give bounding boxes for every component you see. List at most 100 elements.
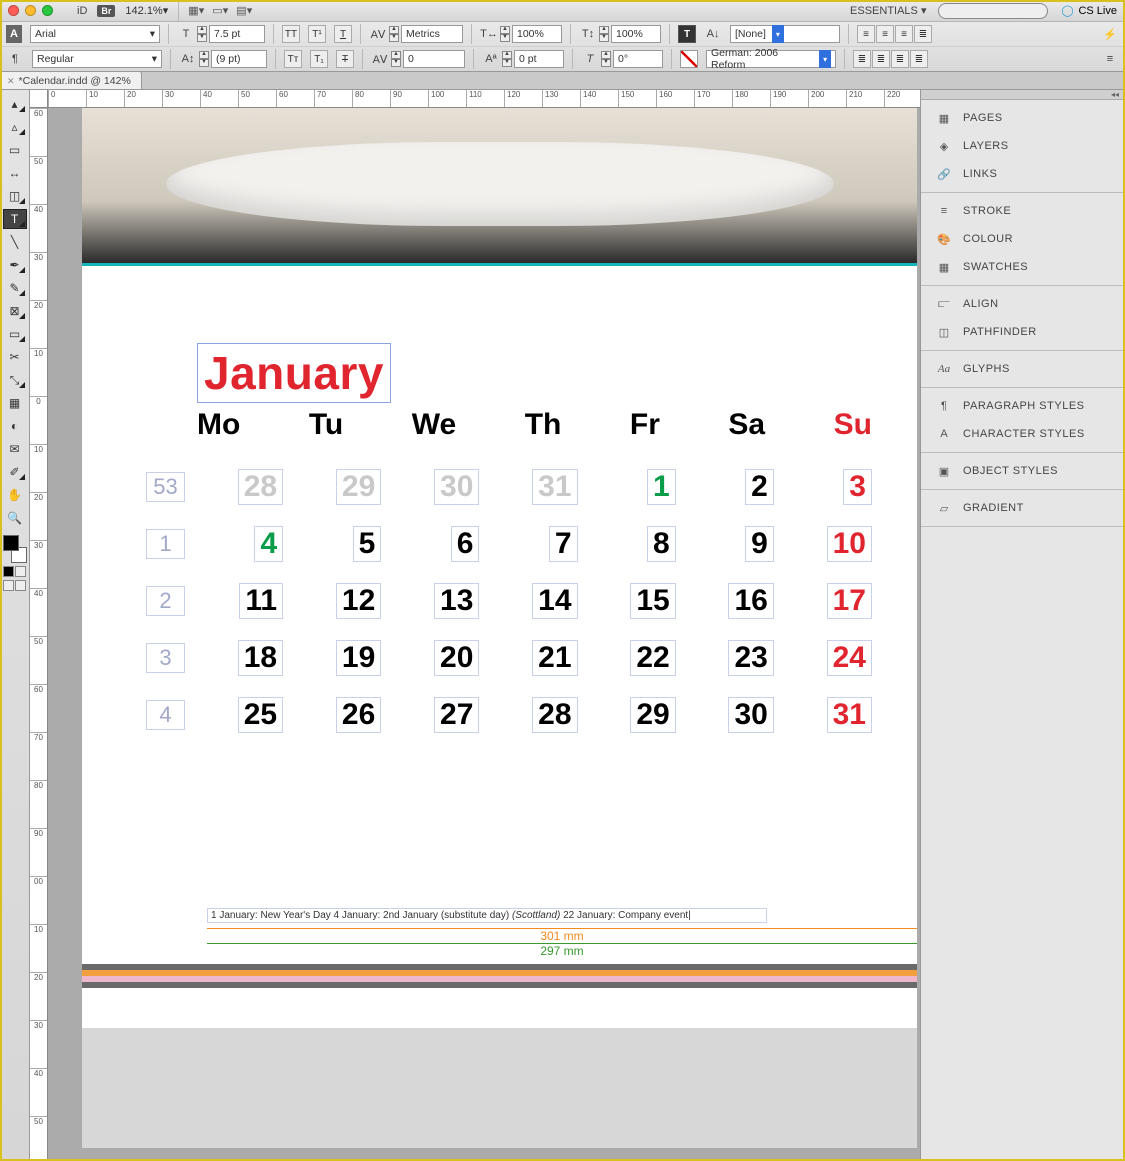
justify-center-button[interactable]: ≣ xyxy=(872,50,890,68)
date-cell[interactable]: 6 xyxy=(386,526,479,562)
hscale-field[interactable]: T↔▲▼100% xyxy=(480,25,562,43)
panel-glyphs[interactable]: AaGLYPHS xyxy=(921,355,1125,383)
gradient-feather-tool[interactable]: ◐ xyxy=(3,416,27,436)
cs-live-button[interactable]: ◯CS Live xyxy=(1060,4,1117,18)
baseline-shift-field[interactable]: Aª▲▼0 pt xyxy=(482,50,564,68)
skew-value[interactable]: 0° xyxy=(613,50,663,68)
pen-tool[interactable]: ✒ xyxy=(3,255,27,275)
char-mode-toggle[interactable]: A xyxy=(6,25,22,43)
content-collector-tool[interactable]: ◫ xyxy=(3,186,27,206)
date-cell[interactable]: 19 xyxy=(288,640,381,676)
help-search-input[interactable] xyxy=(938,3,1048,19)
note-tool[interactable]: ✉ xyxy=(3,439,27,459)
align-left-button[interactable]: ≡ xyxy=(857,25,875,43)
type-tool[interactable]: T xyxy=(3,209,27,229)
hscale-value[interactable]: 100% xyxy=(512,25,562,43)
date-cell[interactable]: 21 xyxy=(484,640,577,676)
leading-field[interactable]: A↕▲▼(9 pt) xyxy=(179,50,267,68)
date-cell[interactable]: 26 xyxy=(288,697,381,733)
panel-links[interactable]: 🔗LINKS xyxy=(921,160,1125,188)
fill-swatch[interactable] xyxy=(3,535,19,551)
panel-swatches[interactable]: ▦SWATCHES xyxy=(921,253,1125,281)
panel-align[interactable]: ⫍ALIGN xyxy=(921,290,1125,318)
fill-none-swatch[interactable] xyxy=(680,50,698,68)
date-cell[interactable]: 28 xyxy=(484,697,577,733)
vertical-ruler[interactable]: 6050403020100102030405060708090001020304… xyxy=(30,108,48,1161)
stepper[interactable]: ▲▼ xyxy=(389,26,399,42)
panel-layers[interactable]: ◈LAYERS xyxy=(921,132,1125,160)
date-cell[interactable]: 2 xyxy=(681,469,774,505)
panel-colour[interactable]: 🎨COLOUR xyxy=(921,225,1125,253)
date-cell[interactable]: 15 xyxy=(583,583,676,619)
panel-gradient[interactable]: ▱GRADIENT xyxy=(921,494,1125,522)
minimize-window-button[interactable] xyxy=(25,5,36,16)
font-family-combo[interactable]: Arial▾ xyxy=(30,25,160,43)
events-text-frame[interactable]: 1 January: New Year's Day 4 January: 2nd… xyxy=(207,908,767,923)
date-cell[interactable]: 10 xyxy=(779,526,872,562)
hand-tool[interactable]: ✋ xyxy=(3,485,27,505)
fill-with-placeholder-button[interactable]: T xyxy=(678,25,696,43)
week-number-cell[interactable]: 4 xyxy=(146,700,185,730)
dock-collapse-handle[interactable]: ◂◂ xyxy=(921,90,1125,100)
stepper[interactable]: ▲▼ xyxy=(391,51,401,67)
selection-tool[interactable]: ▴ xyxy=(3,94,27,114)
smallcaps-button[interactable]: Tᴛ xyxy=(284,50,302,68)
date-cell[interactable]: 14 xyxy=(484,583,577,619)
quick-apply-icon[interactable]: ⚡ xyxy=(1101,25,1119,43)
date-cell[interactable]: 25 xyxy=(190,697,283,733)
free-transform-tool[interactable]: ⤡ xyxy=(3,370,27,390)
font-size-value[interactable]: 7.5 pt xyxy=(209,25,265,43)
scissors-tool[interactable]: ✂ xyxy=(3,347,27,367)
skew-field[interactable]: T▲▼0° xyxy=(581,50,663,68)
apply-gradient-button[interactable] xyxy=(15,566,26,577)
tracking-field[interactable]: AⅤ▲▼0 xyxy=(371,50,465,68)
horizontal-ruler[interactable]: 0102030405060708090100110120130140150160… xyxy=(48,90,920,108)
stepper[interactable]: ▲▼ xyxy=(199,51,209,67)
panel-object-styles[interactable]: ▣OBJECT STYLES xyxy=(921,457,1125,485)
date-cell[interactable]: 1 xyxy=(583,469,676,505)
date-cell[interactable]: 12 xyxy=(288,583,381,619)
apply-color-button[interactable] xyxy=(3,566,14,577)
stepper[interactable]: ▲▼ xyxy=(197,26,207,42)
date-cell[interactable]: 29 xyxy=(288,469,381,505)
fill-stroke-swatch[interactable] xyxy=(3,535,27,563)
page[interactable]: January MoTuWeThFrSaSu 53282930311231456… xyxy=(82,108,917,1028)
date-cell[interactable]: 4 xyxy=(190,526,283,562)
page-tool[interactable]: ▭ xyxy=(3,140,27,160)
font-style-combo[interactable]: Regular▾ xyxy=(32,50,162,68)
line-tool[interactable]: ╲ xyxy=(3,232,27,252)
zoom-window-button[interactable] xyxy=(42,5,53,16)
date-cell[interactable]: 27 xyxy=(386,697,479,733)
guide-301mm[interactable]: 301 mm xyxy=(207,928,917,943)
justify-right-button[interactable]: ≣ xyxy=(891,50,909,68)
date-cell[interactable]: 8 xyxy=(583,526,676,562)
align-right-button[interactable]: ≡ xyxy=(895,25,913,43)
screen-mode-icon[interactable]: ▭▾ xyxy=(213,4,227,18)
panel-menu-icon[interactable]: ≡ xyxy=(1101,50,1119,68)
date-cell[interactable]: 29 xyxy=(583,697,676,733)
date-cell[interactable]: 17 xyxy=(779,583,872,619)
justify-all-button[interactable]: ≣ xyxy=(910,50,928,68)
language-select[interactable]: German: 2006 Reform▾ xyxy=(706,50,836,68)
document-tab[interactable]: ✕ *Calendar.indd @ 142% xyxy=(0,71,142,89)
date-cell[interactable]: 18 xyxy=(190,640,283,676)
bridge-button[interactable]: Br xyxy=(97,5,115,17)
strikethrough-button[interactable]: T xyxy=(336,50,354,68)
calendar-photo-frame[interactable] xyxy=(82,108,917,263)
date-cell[interactable]: 13 xyxy=(386,583,479,619)
gap-tool[interactable]: ↔ xyxy=(3,163,27,183)
para-mode-toggle[interactable]: ¶ xyxy=(6,50,24,68)
date-cell[interactable]: 11 xyxy=(190,583,283,619)
justify-button[interactable]: ≣ xyxy=(914,25,932,43)
month-heading-textframe[interactable]: January xyxy=(197,343,391,403)
panel-pages[interactable]: ▦PAGES xyxy=(921,104,1125,132)
panel-pathfinder[interactable]: ◫PATHFINDER xyxy=(921,318,1125,346)
allcaps-button[interactable]: TT xyxy=(282,25,300,43)
kerning-value[interactable]: Metrics xyxy=(401,25,463,43)
vscale-field[interactable]: T↕▲▼100% xyxy=(579,25,661,43)
ruler-origin[interactable] xyxy=(30,90,48,108)
zoom-level-combo[interactable]: 142.1% ▾ xyxy=(125,4,168,17)
date-cell[interactable]: 23 xyxy=(681,640,774,676)
justify-left-button[interactable]: ≣ xyxy=(853,50,871,68)
preview-view-button[interactable] xyxy=(15,580,26,591)
